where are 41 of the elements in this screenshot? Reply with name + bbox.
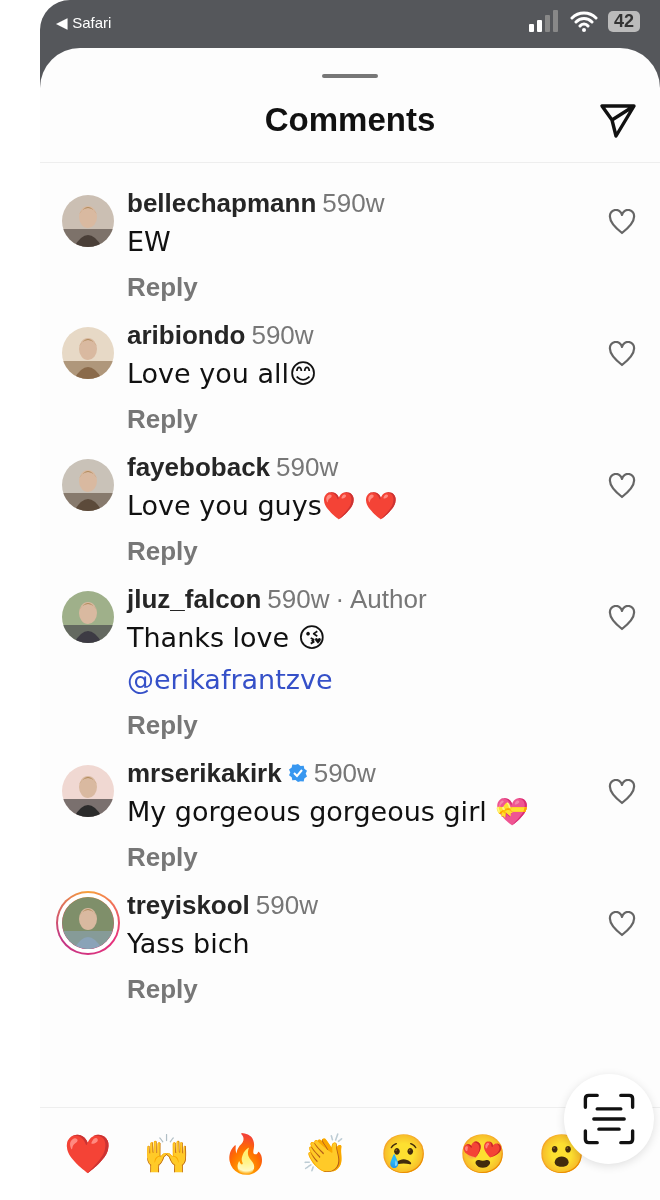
timestamp: 590w bbox=[313, 757, 376, 789]
author-label: · Author bbox=[335, 583, 427, 615]
mention-link[interactable]: @erikafrantzve bbox=[127, 659, 333, 701]
heart-icon[interactable] bbox=[608, 473, 636, 499]
comment-text: My gorgeous gorgeous girl 💝 bbox=[127, 795, 530, 829]
timestamp: 590w bbox=[276, 451, 339, 483]
comment-text: Love you guys❤ ❤ bbox=[127, 489, 399, 523]
username[interactable]: aribiondo bbox=[127, 319, 246, 351]
timestamp: 590w bbox=[322, 187, 385, 219]
drag-handle[interactable] bbox=[322, 74, 378, 78]
reply-link[interactable]: Reply bbox=[127, 529, 198, 573]
back-link[interactable]: ◀ Safari bbox=[56, 14, 112, 32]
username[interactable]: fayeboback bbox=[127, 451, 271, 483]
username[interactable]: mrserikakirk bbox=[127, 757, 282, 789]
sheet-title: Comments bbox=[264, 101, 436, 139]
username[interactable]: bellechapmann bbox=[127, 187, 317, 219]
username[interactable]: jluz_falcon bbox=[127, 583, 262, 615]
comment-text: Thanks love 😘 bbox=[127, 621, 326, 655]
heart-icon[interactable] bbox=[608, 209, 636, 235]
comment-text: Yass bich bbox=[127, 927, 250, 961]
wifi-icon bbox=[569, 10, 598, 32]
comment-text: EW bbox=[127, 225, 171, 259]
heart-icon[interactable] bbox=[608, 911, 636, 937]
timestamp: 590w bbox=[255, 889, 318, 921]
reply-link[interactable]: Reply bbox=[127, 835, 198, 879]
heart-icon[interactable] bbox=[608, 605, 636, 631]
reaction-emoji[interactable]: 🔥 bbox=[222, 1132, 269, 1176]
heart-icon[interactable] bbox=[608, 779, 636, 805]
heart-icon[interactable] bbox=[608, 341, 636, 367]
signal-icon bbox=[527, 10, 560, 32]
reaction-emoji[interactable]: ❤ bbox=[64, 1132, 111, 1176]
timestamp: 590w bbox=[267, 583, 330, 615]
reply-link[interactable]: Reply bbox=[127, 703, 198, 747]
comment-text: Love you all😊 bbox=[127, 357, 318, 391]
reply-link[interactable]: Reply bbox=[127, 967, 198, 1011]
reply-link[interactable]: Reply bbox=[127, 265, 198, 309]
reply-link[interactable]: Reply bbox=[127, 397, 198, 441]
text-scan-icon bbox=[582, 1092, 636, 1146]
timestamp: 590w bbox=[251, 319, 314, 351]
username[interactable]: treyiskool bbox=[127, 889, 250, 921]
battery-indicator: 42 bbox=[607, 10, 640, 32]
